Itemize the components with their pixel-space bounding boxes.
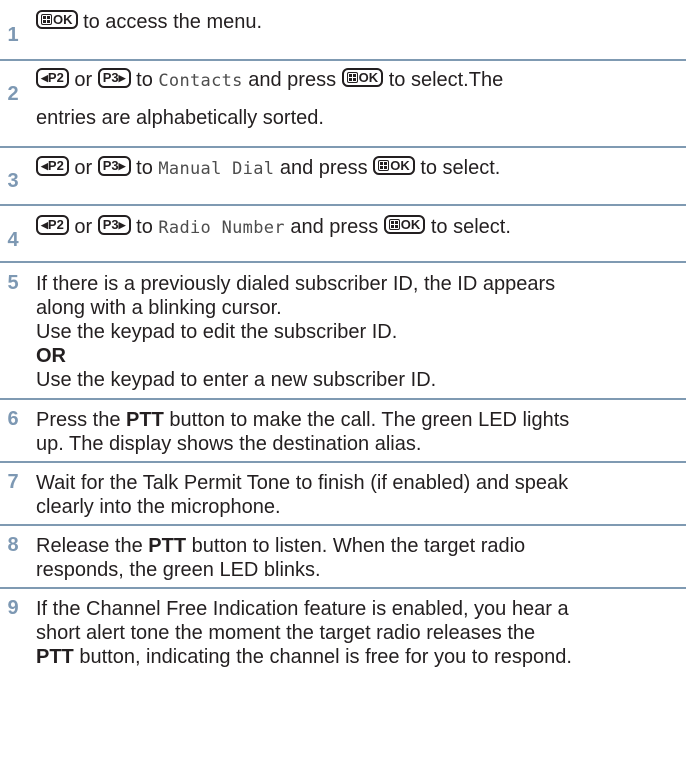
step-text: Wait for the Talk Permit Tone to finish … bbox=[36, 472, 569, 518]
step-text: Press the PTT button to make the call. T… bbox=[36, 409, 570, 455]
step-number: 7 bbox=[7, 471, 19, 493]
step-number: 1 bbox=[7, 24, 19, 46]
grid-icon bbox=[388, 219, 400, 230]
lcd-manual-dial: Manual Dial bbox=[158, 159, 275, 179]
menu-ok-key-icon: OK bbox=[383, 215, 426, 234]
step-text: ◀P2 or P3▶ to Contacts and press OK to s… bbox=[36, 68, 504, 129]
step-text: Release the PTT button to listen. When t… bbox=[36, 535, 526, 581]
step-text: ◀P2 or P3▶ to Radio Number and press OK … bbox=[36, 214, 676, 241]
step-text: OK to access the menu. bbox=[36, 9, 676, 35]
step-text: ◀P2 or P3▶ to Manual Dial and press OK t… bbox=[36, 155, 676, 182]
step-text: If the Channel Free Indication feature i… bbox=[36, 598, 572, 668]
grid-icon bbox=[378, 160, 390, 171]
step-number: 4 bbox=[7, 229, 19, 251]
step-number: 6 bbox=[7, 408, 19, 430]
menu-ok-key-icon: OK bbox=[341, 68, 384, 87]
menu-ok-key-icon: OK bbox=[373, 156, 415, 175]
step-number: 9 bbox=[7, 597, 19, 619]
divider bbox=[0, 524, 686, 526]
step-number: 2 bbox=[7, 83, 19, 105]
step-number: 3 bbox=[7, 170, 19, 192]
step-number: 8 bbox=[7, 534, 19, 556]
divider bbox=[0, 146, 686, 148]
grid-icon bbox=[346, 72, 358, 83]
lcd-contacts: Contacts bbox=[158, 71, 243, 91]
step-number: 5 bbox=[7, 272, 19, 294]
divider bbox=[0, 59, 686, 61]
grid-icon bbox=[41, 14, 52, 25]
p3-key-icon: P3▶ bbox=[97, 68, 131, 88]
p2-key-icon: ◀P2 bbox=[36, 215, 69, 235]
divider bbox=[0, 461, 686, 463]
divider bbox=[0, 261, 686, 263]
divider bbox=[0, 587, 686, 589]
divider bbox=[0, 204, 686, 206]
menu-ok-key-icon: OK bbox=[36, 10, 78, 29]
p3-key-icon: P3▶ bbox=[97, 156, 131, 176]
step-text: If there is a previously dialed subscrib… bbox=[36, 273, 556, 391]
p2-key-icon: ◀P2 bbox=[36, 156, 69, 176]
lcd-radio-number: Radio Number bbox=[158, 218, 285, 238]
divider bbox=[0, 398, 686, 400]
p2-key-icon: ◀P2 bbox=[36, 68, 69, 88]
p3-key-icon: P3▶ bbox=[97, 215, 131, 235]
